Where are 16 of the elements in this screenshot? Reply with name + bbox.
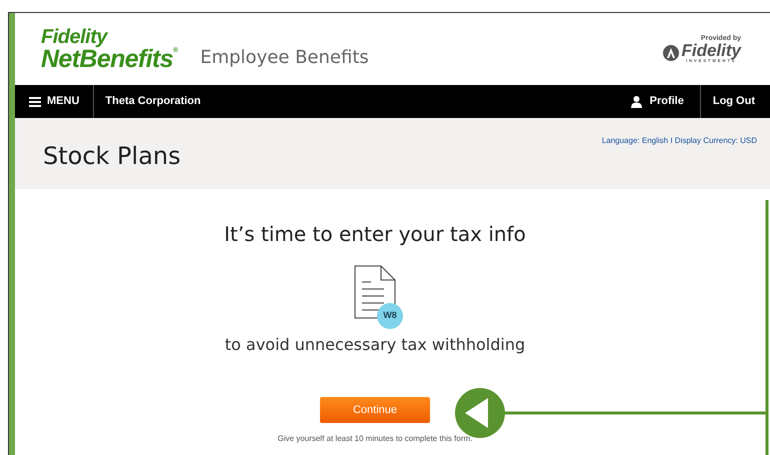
- time-note: Give yourself at least 10 minutes to complete this form.: [278, 433, 472, 445]
- page-title: Stock Plans: [43, 144, 181, 172]
- document-icon: [354, 265, 396, 319]
- form-badge: W8: [377, 303, 403, 329]
- provider-logo-text: Fidelity: [681, 42, 741, 59]
- site-name: Employee Benefits: [200, 46, 369, 70]
- language-link[interactable]: Language: English I Display Currency: USD: [602, 135, 757, 189]
- menu-icon: [29, 96, 41, 106]
- subtext: to avoid unnecessary tax withholding: [224, 334, 526, 356]
- heading: It’s time to enter your tax info: [224, 221, 526, 248]
- logo-text: Fidelity: [41, 26, 110, 46]
- user-icon: [630, 96, 642, 108]
- logo-icon: [663, 44, 680, 60]
- company-name: Theta Corporation: [104, 94, 202, 110]
- logout-button[interactable]: Log Out: [700, 85, 767, 118]
- logo-text: NetBenefits: [41, 46, 174, 72]
